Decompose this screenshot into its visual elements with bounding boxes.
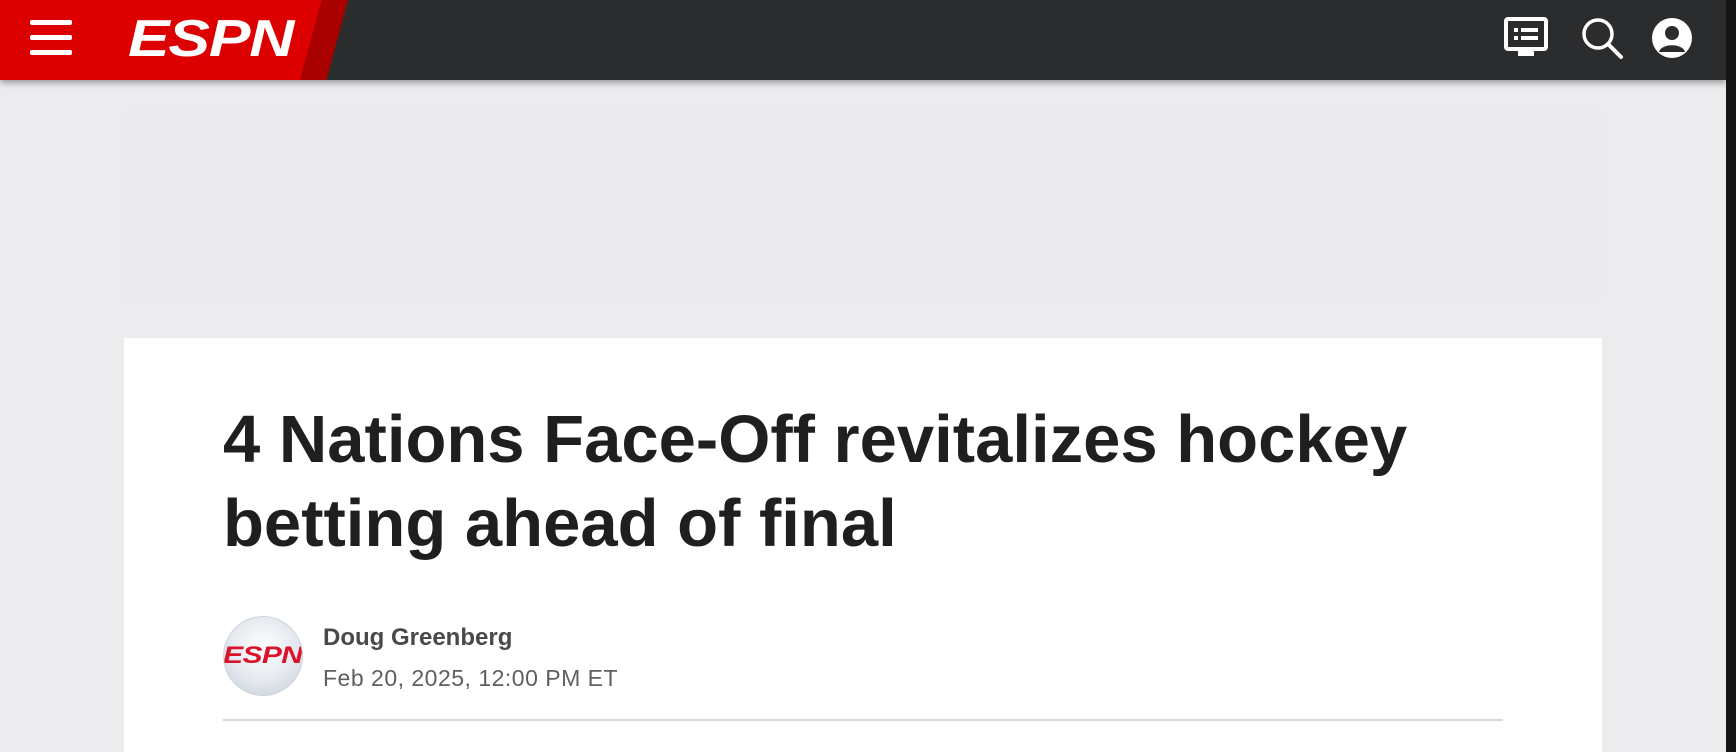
search-icon[interactable] (1578, 14, 1626, 62)
guide-list-icon[interactable] (1502, 14, 1550, 62)
author-avatar[interactable]: ESPN (223, 616, 303, 696)
top-navigation-bar: ESPN (0, 0, 1726, 80)
author-name-link[interactable]: Doug Greenberg (323, 624, 512, 652)
publish-timestamp: Feb 20, 2025, 12:00 PM ET (323, 665, 619, 691)
profile-icon[interactable] (1648, 14, 1696, 62)
ad-placeholder (124, 110, 1602, 300)
espn-logo[interactable]: ESPN (128, 8, 298, 70)
article-byline: ESPN Doug Greenberg Feb 20, 2025, 12:00 … (223, 616, 1503, 696)
logo-text: ESPN (128, 10, 294, 68)
hamburger-menu-icon[interactable] (30, 18, 74, 58)
byline-divider (223, 719, 1503, 721)
article-card: 4 Nations Face-Off revitalizes hockey be… (124, 338, 1602, 752)
page-edge (1726, 0, 1736, 752)
article-headline: 4 Nations Face-Off revitalizes hockey be… (223, 402, 1408, 561)
avatar-espn-logo: ESPN (223, 642, 303, 669)
